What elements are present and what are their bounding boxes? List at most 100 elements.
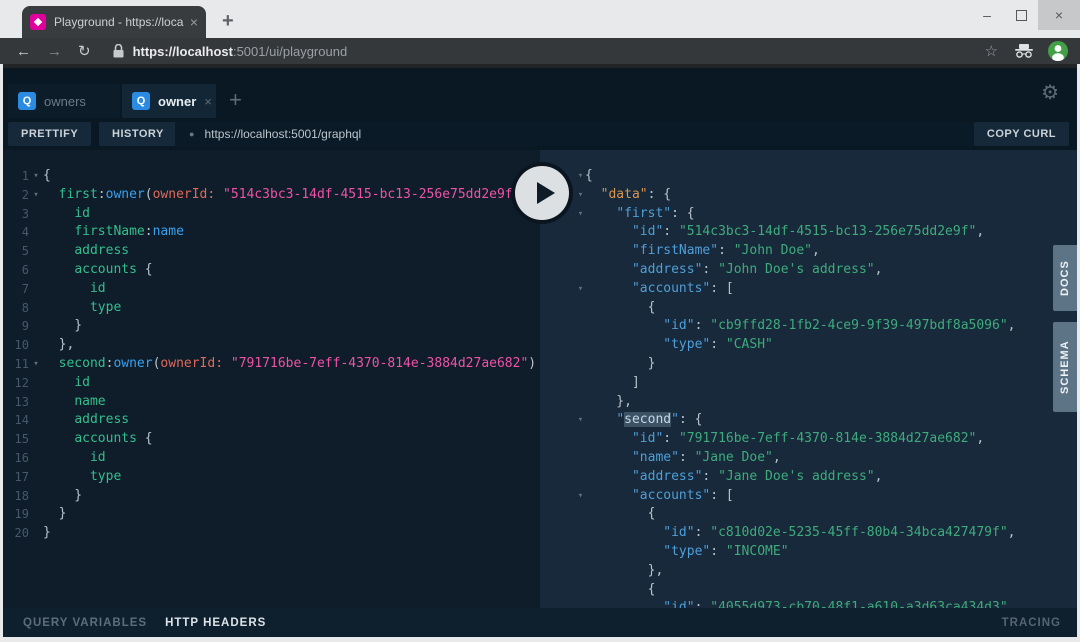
code-text: { (585, 299, 656, 315)
fold-arrow-icon[interactable]: ▾ (29, 167, 43, 186)
fold-gutter (576, 374, 585, 393)
schema-side-tab[interactable]: SCHEMA (1053, 322, 1077, 412)
query-line[interactable]: 18 } (3, 487, 540, 506)
query-line[interactable]: 9 } (3, 317, 540, 336)
query-line[interactable]: 2 ▾ first:owner(ownerId: "514c3bc3-14df-4… (3, 186, 540, 205)
fold-arrow-icon[interactable]: ▾ (29, 355, 43, 374)
docs-side-tab[interactable]: DOCS (1053, 245, 1077, 311)
address-bar[interactable]: https://localhost:5001/ui/playground (133, 44, 985, 59)
query-line[interactable]: 14 address (3, 411, 540, 430)
result-line: ▾ "accounts": [ (540, 280, 1077, 299)
back-button[interactable]: ← (16, 43, 31, 60)
result-line: ▾ "data": { (540, 186, 1077, 205)
history-button[interactable]: HISTORY (99, 122, 177, 146)
fold-gutter (29, 261, 43, 280)
reload-button[interactable]: ↻ (78, 42, 91, 60)
code-text: id (74, 205, 90, 221)
copy-curl-button[interactable]: COPY CURL (973, 122, 1069, 146)
session-tab-owner[interactable]: Q owner × (122, 84, 216, 118)
code-text: { (585, 168, 593, 183)
bottom-bar: QUERY VARIABLES HTTP HEADERS TRACING (3, 608, 1077, 637)
session-tab-owners[interactable]: Q owners (8, 84, 120, 118)
query-line[interactable]: 4 firstName:name (3, 223, 540, 242)
query-line[interactable]: 6 accounts { (3, 261, 540, 280)
session-tab-label: owner (158, 93, 197, 109)
fold-arrow-icon[interactable]: ▾ (576, 167, 585, 186)
fold-arrow-icon[interactable]: ▾ (29, 186, 43, 205)
query-line[interactable]: 19 } (3, 505, 540, 524)
fold-arrow-icon[interactable]: ▾ (576, 487, 585, 506)
query-line[interactable]: 11 ▾ second:owner(ownerId: "791716be-7eff… (3, 355, 540, 374)
code-text: "id": "791716be-7eff-4370-814e-3884d27ae… (631, 431, 985, 447)
profile-avatar[interactable] (1048, 41, 1068, 61)
query-line[interactable]: 12 id (3, 374, 540, 393)
session-tab-bar: Q owners Q owner × + ⚙ (3, 68, 1077, 118)
fold-gutter (576, 299, 585, 318)
bookmark-star-icon[interactable]: ☆ (985, 42, 998, 60)
fold-gutter (29, 205, 43, 224)
prettify-button[interactable]: PRETTIFY (8, 122, 92, 146)
execute-query-button[interactable] (511, 162, 573, 224)
maximize-button[interactable] (1004, 0, 1038, 30)
fold-arrow-icon[interactable]: ▾ (576, 411, 585, 430)
query-line[interactable]: 20} (3, 524, 540, 543)
query-editor[interactable]: 1 ▾{2 ▾ first:owner(ownerId: "514c3bc3-14d… (3, 150, 540, 608)
line-number: 16 (14, 450, 29, 465)
query-line[interactable]: 17 type (3, 468, 540, 487)
play-icon (537, 182, 555, 204)
result-line: "type": "CASH" (540, 336, 1077, 355)
fold-arrow-icon[interactable]: ▾ (576, 280, 585, 299)
line-number: 15 (14, 432, 29, 447)
fold-gutter (29, 505, 43, 524)
playground-favicon-icon (30, 14, 46, 30)
endpoint-status-dot: ● (189, 129, 195, 139)
code-text: accounts { (74, 431, 153, 447)
line-number: 1 (21, 169, 29, 183)
query-line[interactable]: 3 id (3, 205, 540, 224)
forward-button[interactable]: → (47, 43, 62, 60)
window-controls: – × (970, 0, 1080, 30)
fold-arrow-icon[interactable]: ▾ (576, 205, 585, 224)
code-text: } (43, 318, 83, 334)
query-line[interactable]: 5 address (3, 242, 540, 261)
fold-gutter (576, 223, 585, 242)
code-text: id (74, 374, 90, 390)
result-line: ▾ "second": { (540, 411, 1077, 430)
fold-gutter (29, 317, 43, 336)
line-number: 20 (14, 526, 29, 541)
query-line[interactable]: 1 ▾{ (3, 167, 540, 186)
query-line[interactable]: 10 }, (3, 336, 540, 355)
fold-arrow-icon[interactable]: ▾ (576, 186, 585, 205)
fold-gutter (576, 562, 585, 581)
minimize-button[interactable]: – (970, 0, 1004, 30)
query-line[interactable]: 15 accounts { (3, 430, 540, 449)
code-text: firstName:name (74, 224, 184, 240)
settings-gear-icon[interactable]: ⚙ (1041, 80, 1059, 105)
fold-gutter (576, 317, 585, 336)
http-headers-tab[interactable]: HTTP HEADERS (165, 617, 266, 629)
query-line[interactable]: 16 id (3, 449, 540, 468)
query-variables-tab[interactable]: QUERY VARIABLES (23, 617, 147, 629)
code-text: "name": "Jane Doe", (631, 449, 781, 465)
endpoint-input[interactable]: ● https://localhost:5001/graphql (175, 122, 975, 146)
query-line[interactable]: 13 name (3, 393, 540, 412)
new-session-tab-button[interactable]: + (229, 87, 242, 113)
result-line: "id": "514c3bc3-14df-4515-bc13-256e75dd2… (540, 223, 1077, 242)
query-line[interactable]: 7 id (3, 280, 540, 299)
line-number: 12 (14, 375, 29, 390)
line-number: 5 (21, 244, 29, 259)
browser-new-tab-button[interactable]: + (222, 10, 234, 33)
code-text: second:owner(ownerId: "791716be-7eff-437… (58, 355, 537, 371)
fold-gutter (29, 487, 43, 506)
code-text: }, (43, 337, 75, 353)
query-line[interactable]: 8 type (3, 299, 540, 318)
endpoint-url: https://localhost:5001/graphql (204, 127, 362, 141)
code-text: "first": { (616, 205, 695, 221)
tracing-tab[interactable]: TRACING (1002, 617, 1061, 629)
code-text: "address": "John Doe's address", (631, 261, 883, 277)
close-window-button[interactable]: × (1038, 0, 1080, 30)
browser-tab[interactable]: Playground - https://localhost:50 × (22, 6, 206, 38)
browser-tab-close-icon[interactable]: × (190, 14, 198, 30)
result-line: { (540, 581, 1077, 600)
session-tab-close-icon[interactable]: × (204, 94, 212, 109)
